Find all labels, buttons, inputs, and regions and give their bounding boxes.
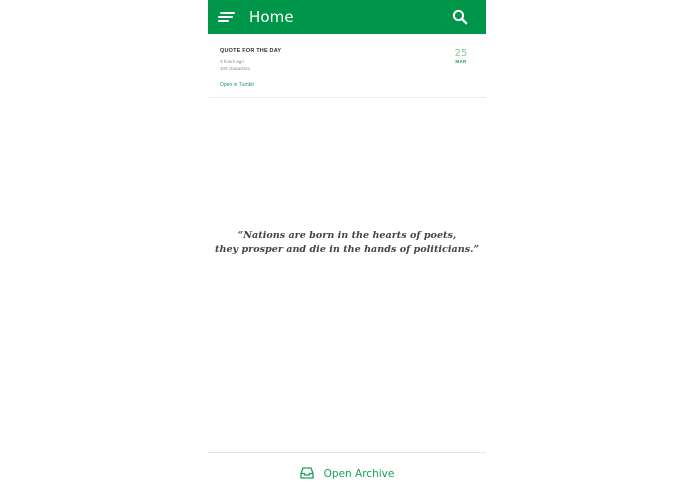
post-card[interactable]: QUOTE FOR THE DAY 3 hours ago 100 charac… (208, 34, 486, 98)
quote-text: “Nations are born in the hearts of poets… (208, 229, 486, 257)
open-in-tumblr-link[interactable]: Open in Tumblr (220, 82, 254, 88)
post-time: 3 hours ago (220, 59, 244, 64)
quote-line-1: “Nations are born in the hearts of poets… (237, 230, 457, 241)
post-character-count: 100 characters (220, 66, 250, 71)
page-title: Home (249, 8, 294, 26)
post-date-month: MAR (455, 59, 467, 64)
menu-icon (220, 12, 235, 14)
menu-button[interactable] (218, 10, 236, 24)
open-archive-button[interactable]: Open Archive (208, 453, 486, 494)
post-title: QUOTE FOR THE DAY (220, 48, 282, 54)
open-archive-label: Open Archive (323, 467, 395, 480)
search-icon[interactable] (452, 9, 468, 25)
quote-line-2: they prosper and die in the hands of pol… (215, 244, 479, 255)
app-screen: Home QUOTE FOR THE DAY 3 hours ago 100 c… (208, 0, 486, 494)
post-date-day: 25 (454, 48, 468, 59)
inbox-icon (300, 467, 314, 479)
app-bar: Home (208, 0, 486, 34)
